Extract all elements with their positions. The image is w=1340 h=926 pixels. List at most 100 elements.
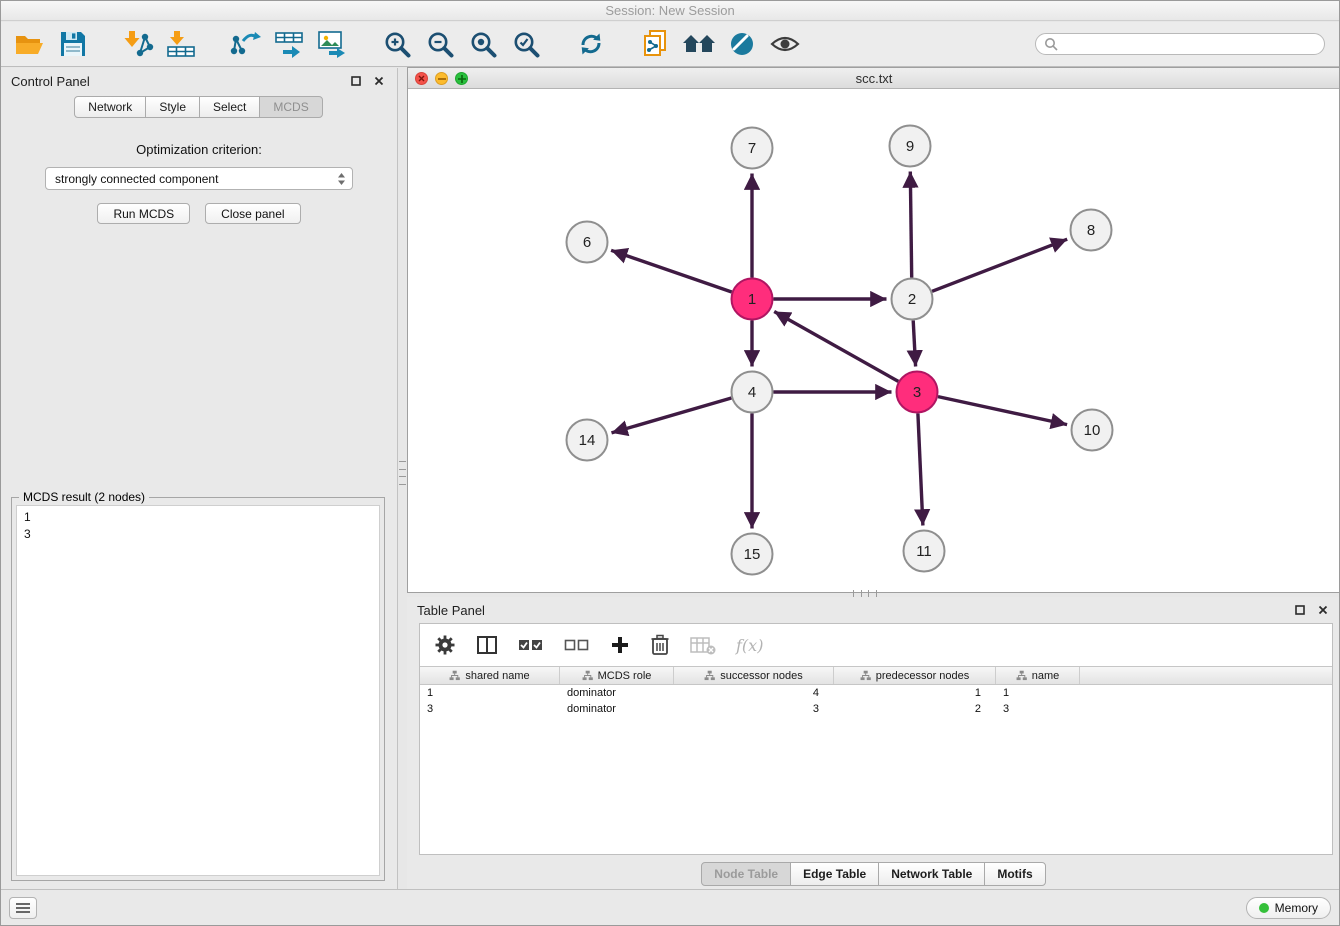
window-title: Session: New Session	[605, 3, 734, 18]
column-header-predecessor-nodes[interactable]: predecessor nodes	[834, 667, 996, 684]
zoom-in-button[interactable]	[378, 25, 416, 63]
graph-node-11[interactable]: 11	[904, 531, 945, 572]
table-panel: Table Panel	[407, 597, 1340, 891]
svg-text:9: 9	[906, 138, 914, 155]
vertical-splitter-handle[interactable]	[399, 461, 406, 485]
graph-edge-3-10[interactable]	[938, 397, 1067, 425]
graph-edge-3-11[interactable]	[918, 414, 923, 526]
close-panel-button[interactable]: Close panel	[205, 203, 300, 224]
control-panel-title: Control Panel	[11, 74, 341, 89]
graph-edge-1-6[interactable]	[611, 250, 732, 292]
float-table-panel-button[interactable]	[1292, 602, 1308, 618]
fx-label: f(x)	[736, 636, 763, 655]
graph-edge-2-8[interactable]	[932, 239, 1067, 291]
trash-icon	[650, 634, 670, 656]
table-settings-button[interactable]	[434, 634, 456, 656]
column-tree-icon	[582, 670, 593, 681]
graph-node-6[interactable]: 6	[567, 222, 608, 263]
first-neighbors-button[interactable]	[680, 25, 718, 63]
mcds-result-value: 1	[24, 509, 372, 526]
search-input[interactable]	[1063, 35, 1316, 53]
create-column-button[interactable]	[610, 635, 630, 655]
log-console-button[interactable]	[9, 897, 37, 919]
show-columns-button[interactable]	[476, 634, 498, 656]
zoom-selected-button[interactable]	[507, 25, 545, 63]
graph-node-2[interactable]: 2	[892, 279, 933, 320]
tab-motifs[interactable]: Motifs	[984, 862, 1045, 886]
graph-node-9[interactable]: 9	[890, 126, 931, 167]
column-header-mcds-role[interactable]: MCDS role	[560, 667, 674, 684]
tab-mcds[interactable]: MCDS	[259, 96, 322, 118]
table-panel-tabs: Node TableEdge TableNetwork TableMotifs	[407, 862, 1340, 886]
search-box[interactable]	[1035, 33, 1325, 55]
graph-node-1[interactable]: 1	[732, 279, 773, 320]
export-image-button[interactable]	[313, 25, 351, 63]
tab-network-table[interactable]: Network Table	[878, 862, 985, 886]
network-canvas[interactable]: 1 2 3 4 6 7 8 9 10 11 14 15	[408, 89, 1340, 592]
table-row[interactable]: 3dominator323	[420, 701, 1332, 717]
graph-edge-3-1[interactable]	[774, 312, 898, 382]
svg-text:6: 6	[583, 234, 591, 251]
plus-icon	[610, 635, 630, 655]
window-titlebar: Session: New Session	[1, 1, 1339, 21]
criterion-dropdown[interactable]: strongly connected component	[45, 167, 353, 190]
import-network-button[interactable]	[119, 25, 157, 63]
delete-table-button[interactable]	[690, 634, 716, 656]
tab-network[interactable]: Network	[74, 96, 146, 118]
run-mcds-button[interactable]: Run MCDS	[97, 203, 190, 224]
delete-table-icon	[690, 634, 716, 656]
float-panel-button[interactable]	[348, 73, 364, 89]
graph-node-14[interactable]: 14	[567, 420, 608, 461]
minimize-window-icon[interactable]	[435, 72, 448, 85]
column-header-name[interactable]: name	[996, 667, 1080, 684]
graph-edge-2-3[interactable]	[913, 321, 915, 367]
import-table-button[interactable]	[162, 25, 200, 63]
graph-node-10[interactable]: 10	[1072, 410, 1113, 451]
select-all-columns-button[interactable]	[518, 635, 544, 655]
save-session-button[interactable]	[54, 25, 92, 63]
table-row[interactable]: 1dominator411	[420, 685, 1332, 701]
svg-text:10: 10	[1084, 422, 1101, 439]
network-view-window: scc.txt 1234678910111415	[407, 67, 1340, 593]
unselect-all-columns-button[interactable]	[564, 635, 590, 655]
graph-edge-2-9[interactable]	[910, 172, 911, 278]
tab-node-table[interactable]: Node Table	[701, 862, 791, 886]
close-window-icon[interactable]	[415, 72, 428, 85]
maximize-window-icon[interactable]	[455, 72, 468, 85]
graph-node-8[interactable]: 8	[1071, 210, 1112, 251]
float-window-icon	[351, 76, 361, 86]
mcds-buttons-row: Run MCDS Close panel	[1, 203, 397, 224]
tab-edge-table[interactable]: Edge Table	[790, 862, 879, 886]
column-header-successor-nodes[interactable]: successor nodes	[674, 667, 834, 684]
svg-text:3: 3	[913, 384, 921, 401]
memory-button[interactable]: Memory	[1246, 897, 1331, 919]
graph-edge-4-14[interactable]	[612, 398, 732, 433]
close-table-panel-button[interactable]	[1315, 602, 1331, 618]
refresh-view-button[interactable]	[572, 25, 610, 63]
close-control-panel-button[interactable]	[371, 73, 387, 89]
graph-node-3[interactable]: 3	[897, 372, 938, 413]
column-header-filler	[1080, 667, 1332, 684]
graph-node-15[interactable]: 15	[732, 534, 773, 575]
graph-node-7[interactable]: 7	[732, 128, 773, 169]
graphics-details-button[interactable]	[723, 25, 761, 63]
show-hide-button[interactable]	[766, 25, 804, 63]
column-header-shared-name[interactable]: shared name	[420, 667, 560, 684]
zoom-out-button[interactable]	[421, 25, 459, 63]
mcds-result-value: 3	[24, 526, 372, 543]
function-builder-button[interactable]: f(x)	[736, 636, 763, 655]
zoom-selected-icon	[512, 30, 540, 58]
horizontal-splitter-handle[interactable]	[853, 590, 877, 597]
zoom-fit-button[interactable]	[464, 25, 502, 63]
graph-node-4[interactable]: 4	[732, 372, 773, 413]
tab-style[interactable]: Style	[145, 96, 200, 118]
table-cell: 1	[834, 687, 996, 699]
export-network-button[interactable]	[227, 25, 265, 63]
tab-select[interactable]: Select	[199, 96, 260, 118]
delete-column-button[interactable]	[650, 634, 670, 656]
gear-icon	[434, 634, 456, 656]
export-table-button[interactable]	[270, 25, 308, 63]
table-cell: 1	[420, 687, 560, 699]
open-session-button[interactable]	[11, 25, 49, 63]
clone-network-button[interactable]	[637, 25, 675, 63]
